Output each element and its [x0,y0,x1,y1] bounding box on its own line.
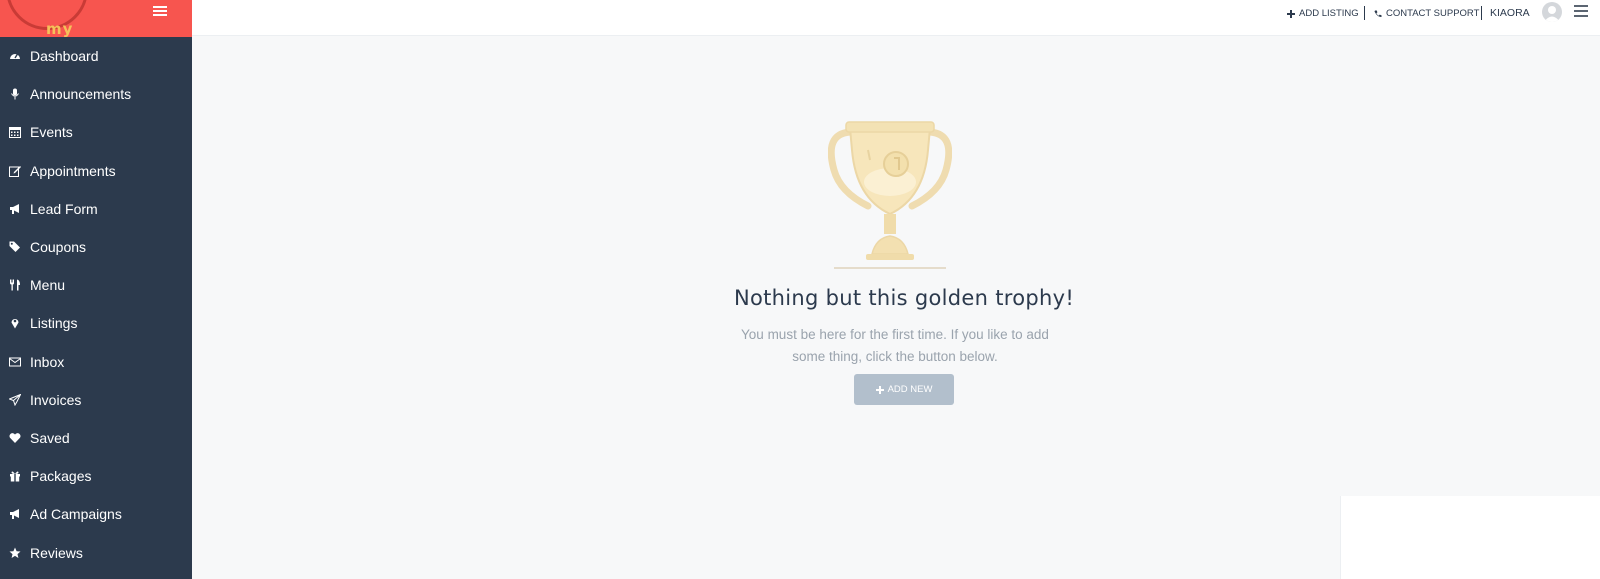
heart-icon [9,432,21,444]
empty-state-title: Nothing but this golden trophy! [733,286,1075,310]
bullhorn-icon [9,203,21,215]
sidebar-item-label: Saved [30,429,70,446]
add-listing-label: ADD LISTING [1299,8,1359,19]
sidebar: my Dashboard Announcements Events Appoin… [0,0,192,579]
sidebar-item-dashboard[interactable]: Dashboard [0,37,192,75]
phone-icon [1374,10,1382,17]
cutlery-icon [9,279,21,291]
microphone-icon [9,88,21,100]
paper-plane-icon [9,393,21,406]
star-icon [9,547,21,559]
sidebar-item-label: Packages [30,468,92,485]
empty-state-description: You must be here for the first time. If … [741,327,1049,364]
add-new-button[interactable]: ADD NEW [854,374,954,405]
user-icon [1544,6,1560,22]
plus-icon [1287,9,1295,18]
sidebar-item-inbox[interactable]: Inbox [0,343,192,381]
divider [1481,6,1482,20]
sidebar-item-saved[interactable]: Saved [0,419,192,457]
logo[interactable]: my [46,20,73,37]
dashboard-icon [9,50,21,62]
sidebar-item-listings[interactable]: Listings [0,304,192,342]
sidebar-item-reviews[interactable]: Reviews [0,533,192,571]
sidebar-item-label: Events [30,124,73,141]
sidebar-item-label: Announcements [30,86,132,103]
trophy-illustration [828,121,952,269]
bullhorn-icon [9,508,21,520]
blank-panel [1340,496,1600,579]
sidebar-item-label: Menu [30,277,66,294]
sidebar-item-label: Reviews [30,544,83,561]
hamburger-menu-icon[interactable] [1574,5,1588,17]
sidebar-toggle-icon[interactable] [153,6,167,19]
sidebar-item-lead-form[interactable]: Lead Form [0,190,192,228]
sidebar-item-label: Ad Campaigns [30,506,122,523]
avatar[interactable] [1542,2,1562,22]
sidebar-item-packages[interactable]: Packages [0,457,192,495]
divider [1364,6,1365,20]
envelope-icon [9,356,21,368]
gift-icon [9,470,21,482]
add-listing-link[interactable]: ADD LISTING [1287,7,1359,20]
contact-support-link[interactable]: CONTACT SUPPORT [1374,7,1479,20]
sidebar-item-label: Coupons [30,239,87,256]
user-name[interactable]: KIAORA [1490,7,1530,19]
logo-bar: my [0,0,192,37]
sidebar-item-label: Appointments [30,162,116,179]
plus-icon [875,385,884,394]
sidebar-item-menu[interactable]: Menu [0,266,192,304]
sidebar-nav: Dashboard Announcements Events Appointme… [0,37,192,572]
sidebar-item-invoices[interactable]: Invoices [0,381,192,419]
calendar-icon [9,126,21,139]
sidebar-item-label: Listings [30,315,78,332]
sidebar-item-events[interactable]: Events [0,113,192,151]
contact-support-label: CONTACT SUPPORT [1386,8,1480,19]
sidebar-item-label: Lead Form [30,200,98,217]
sidebar-item-coupons[interactable]: Coupons [0,228,192,266]
sidebar-item-ad-campaigns[interactable]: Ad Campaigns [0,495,192,533]
sidebar-item-announcements[interactable]: Announcements [0,75,192,113]
edit-icon [9,165,21,177]
sidebar-item-label: Invoices [30,391,82,408]
sidebar-item-appointments[interactable]: Appointments [0,152,192,190]
top-bar: ADD LISTING CONTACT SUPPORT KIAORA [192,0,1600,36]
tags-icon [9,241,21,253]
sidebar-item-label: Inbox [30,353,65,370]
add-new-label: ADD NEW [887,384,933,395]
sidebar-item-label: Dashboard [30,48,99,65]
map-marker-icon [9,317,21,329]
